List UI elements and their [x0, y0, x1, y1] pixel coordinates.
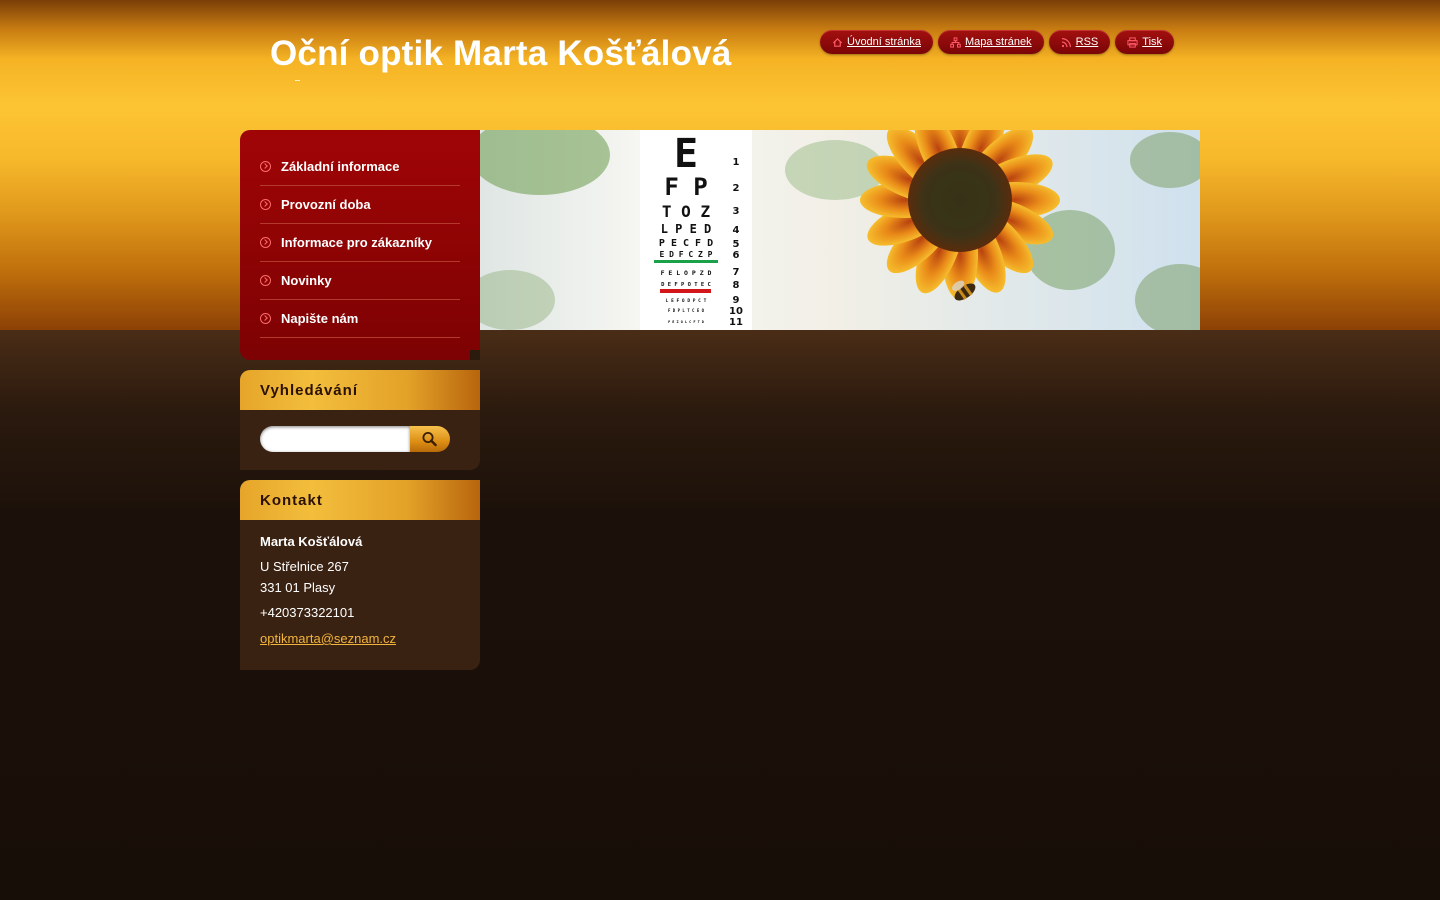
nav-item-provozni-doba[interactable]: Provozní doba — [260, 186, 460, 224]
contact-street: U Střelnice 267 — [260, 559, 349, 574]
nav-item-novinky[interactable]: Novinky — [260, 262, 460, 300]
search-box — [240, 410, 480, 470]
eye-chart-row: P E Z O L C F T D — [668, 320, 704, 324]
eye-chart-number: 7 — [733, 267, 740, 278]
nav-list: Základní informace Provozní doba Informa… — [260, 148, 460, 338]
rss-link-label: RSS — [1075, 36, 1099, 48]
eye-chart-number: 1 — [733, 157, 740, 168]
eye-chart-number: 3 — [733, 206, 740, 217]
nav-item-zakladni-informace[interactable]: Základní informace — [260, 148, 460, 186]
contact-box-heading: Kontakt — [240, 480, 480, 520]
eye-chart-number: 10 — [729, 306, 743, 317]
search-button[interactable] — [410, 426, 450, 452]
eye-chart-row: P E C F D — [659, 238, 713, 249]
home-icon — [832, 37, 843, 47]
nav-item-label: Novinky — [281, 273, 332, 288]
search-icon — [422, 432, 437, 447]
eye-chart-row: F P — [664, 173, 707, 201]
print-link-label: Tisk — [1142, 36, 1163, 48]
print-link[interactable]: Tisk — [1115, 30, 1175, 54]
print-icon — [1127, 36, 1138, 48]
eye-chart: E F P T O Z L P E D P E C F D E D F C Z … — [640, 130, 752, 330]
home-link-label: Úvodní stránka — [847, 36, 921, 48]
contact-email-link[interactable]: optikmarta@seznam.cz — [260, 628, 396, 649]
eye-chart-row: F D P L T C E O — [668, 308, 705, 313]
eye-chart-number: 11 — [729, 317, 743, 328]
arrow-right-icon — [260, 199, 271, 210]
search-input[interactable] — [260, 426, 410, 452]
search-box-heading: Vyhledávání — [240, 370, 480, 410]
eye-chart-row: E — [674, 131, 698, 177]
nav-item-label: Informace pro zákazníky — [281, 235, 432, 250]
top-links: Úvodní stránka Mapa stránek RSS Tisk — [820, 30, 1175, 54]
sitemap-link[interactable]: Mapa stránek — [937, 30, 1044, 54]
nav-item-label: Provozní doba — [281, 197, 371, 212]
nav-item-napiste-nam[interactable]: Napište nám — [260, 300, 460, 338]
arrow-right-icon — [260, 161, 271, 172]
eye-chart-row: F E L O P Z D — [661, 269, 712, 277]
eye-chart-row: T O Z — [662, 202, 711, 221]
eye-chart-number: 8 — [733, 280, 740, 291]
arrow-right-icon — [260, 237, 271, 248]
site-subtitle-mark — [295, 80, 300, 81]
rss-link[interactable]: RSS — [1048, 30, 1111, 54]
nav-item-label: Napište nám — [281, 311, 359, 326]
header-banner-image: E F P T O Z L P E D P E C F D E D F C Z … — [480, 130, 1200, 330]
rss-icon — [1061, 37, 1071, 47]
eye-chart-row: D E F P O T E C — [661, 282, 711, 288]
nav-item-label: Základní informace — [281, 159, 400, 174]
contact-box: Marta Košťálová U Střelnice 267 331 01 P… — [240, 520, 480, 670]
nav-item-informace-pro-zakazniky[interactable]: Informace pro zákazníky — [260, 224, 460, 262]
sitemap-link-label: Mapa stránek — [964, 36, 1032, 48]
main-navigation: Základní informace Provozní doba Informa… — [240, 130, 480, 360]
eye-chart-number: 4 — [733, 225, 740, 236]
contact-city: 331 01 Plasy — [260, 580, 336, 595]
eye-chart-number: 5 — [733, 239, 740, 250]
eye-chart-number: 6 — [733, 250, 740, 261]
eye-chart-row: L E F O D P C T — [666, 298, 707, 304]
arrow-right-icon — [260, 275, 271, 286]
contact-name: Marta Košťálová — [260, 534, 363, 549]
contact-phone: +420373322101 — [260, 605, 355, 620]
banner-illustration: E F P T O Z L P E D P E C F D E D F C Z … — [480, 130, 1200, 330]
sitemap-icon — [950, 36, 961, 48]
eye-chart-row: E D F C Z P — [660, 250, 713, 259]
eye-chart-number: 2 — [733, 183, 740, 194]
eye-chart-row: L P E D — [661, 222, 712, 236]
arrow-right-icon — [260, 313, 271, 324]
eye-chart-number: 9 — [733, 295, 740, 306]
page-background — [0, 330, 1440, 900]
home-link[interactable]: Úvodní stránka — [820, 30, 933, 54]
site-title[interactable]: Oční optik Marta Košťálová — [270, 34, 732, 74]
